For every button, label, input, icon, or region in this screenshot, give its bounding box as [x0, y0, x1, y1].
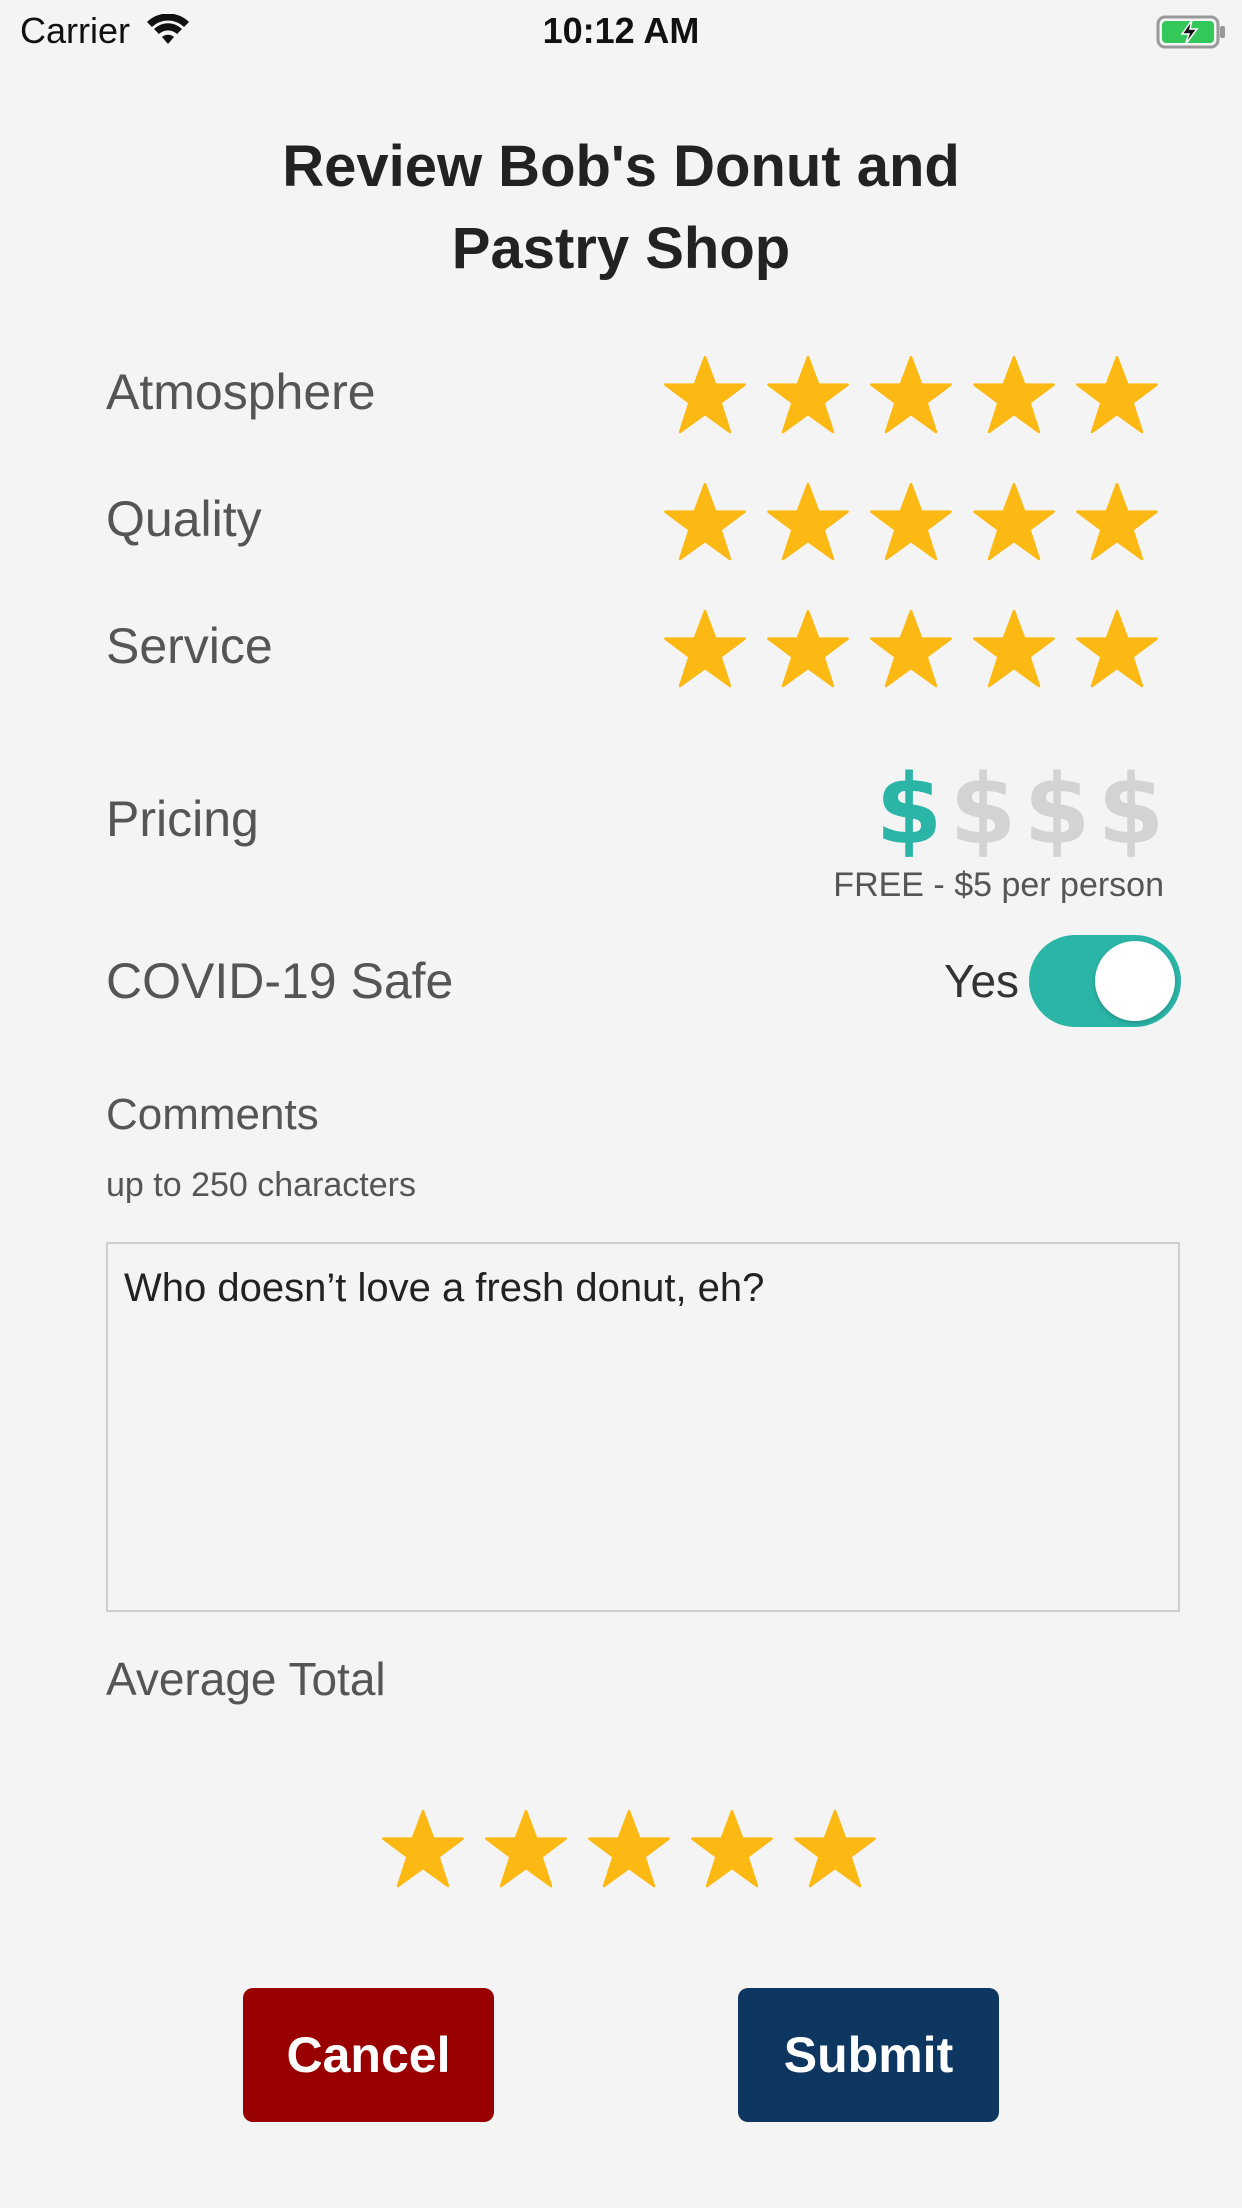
comments-label: Comments — [106, 1090, 319, 1139]
star-icon[interactable] — [971, 479, 1057, 565]
star-icon[interactable] — [662, 352, 748, 438]
star-icon[interactable] — [765, 479, 851, 565]
star-icon[interactable] — [971, 352, 1057, 438]
submit-button[interactable]: Submit — [738, 1988, 999, 2122]
star-icon[interactable] — [868, 479, 954, 565]
comments-hint: up to 250 characters — [106, 1166, 416, 1204]
status-time: 10:12 AM — [542, 10, 700, 51]
atmosphere-rating[interactable] — [662, 352, 1160, 438]
comments-textarea[interactable]: Who doesn’t love a fresh donut, eh? — [106, 1242, 1180, 1612]
quality-label: Quality — [106, 491, 262, 547]
pricing-rating[interactable]: $ $ $ $ — [872, 762, 1168, 858]
covid-safe-label: COVID-19 Safe — [106, 953, 454, 1009]
average-total-label: Average Total — [106, 1653, 386, 1705]
covid-safe-toggle[interactable] — [1029, 935, 1181, 1027]
average-total-rating — [380, 1806, 878, 1892]
dollar-icon[interactable]: $ — [872, 762, 946, 858]
atmosphere-label: Atmosphere — [106, 364, 376, 420]
star-icon[interactable] — [868, 352, 954, 438]
covid-toggle-state: Yes — [944, 955, 1020, 1007]
dollar-icon[interactable]: $ — [1094, 762, 1168, 858]
toggle-knob — [1095, 941, 1175, 1021]
cancel-button[interactable]: Cancel — [243, 1988, 494, 2122]
star-icon — [380, 1806, 466, 1892]
star-icon — [586, 1806, 672, 1892]
page-title: Review Bob's Donut and Pastry Shop — [282, 134, 960, 281]
service-label: Service — [106, 618, 273, 674]
star-icon — [689, 1806, 775, 1892]
star-icon[interactable] — [662, 606, 748, 692]
star-icon — [792, 1806, 878, 1892]
battery-charging-icon — [1156, 15, 1225, 49]
star-icon[interactable] — [1074, 606, 1160, 692]
star-icon[interactable] — [765, 352, 851, 438]
dollar-icon[interactable]: $ — [1020, 762, 1094, 858]
star-icon — [483, 1806, 569, 1892]
star-icon[interactable] — [1074, 479, 1160, 565]
dollar-icon[interactable]: $ — [946, 762, 1020, 858]
pricing-caption: FREE - $5 per person — [833, 866, 1164, 904]
pricing-label: Pricing — [106, 791, 259, 847]
star-icon[interactable] — [971, 606, 1057, 692]
quality-rating[interactable] — [662, 479, 1160, 565]
status-bar: Carrier 10:12 AM — [0, 0, 1242, 62]
service-rating[interactable] — [662, 606, 1160, 692]
star-icon[interactable] — [765, 606, 851, 692]
star-icon[interactable] — [662, 479, 748, 565]
star-icon[interactable] — [1074, 352, 1160, 438]
comments-text: Who doesn’t love a fresh donut, eh? — [124, 1266, 765, 1310]
star-icon[interactable] — [868, 606, 954, 692]
